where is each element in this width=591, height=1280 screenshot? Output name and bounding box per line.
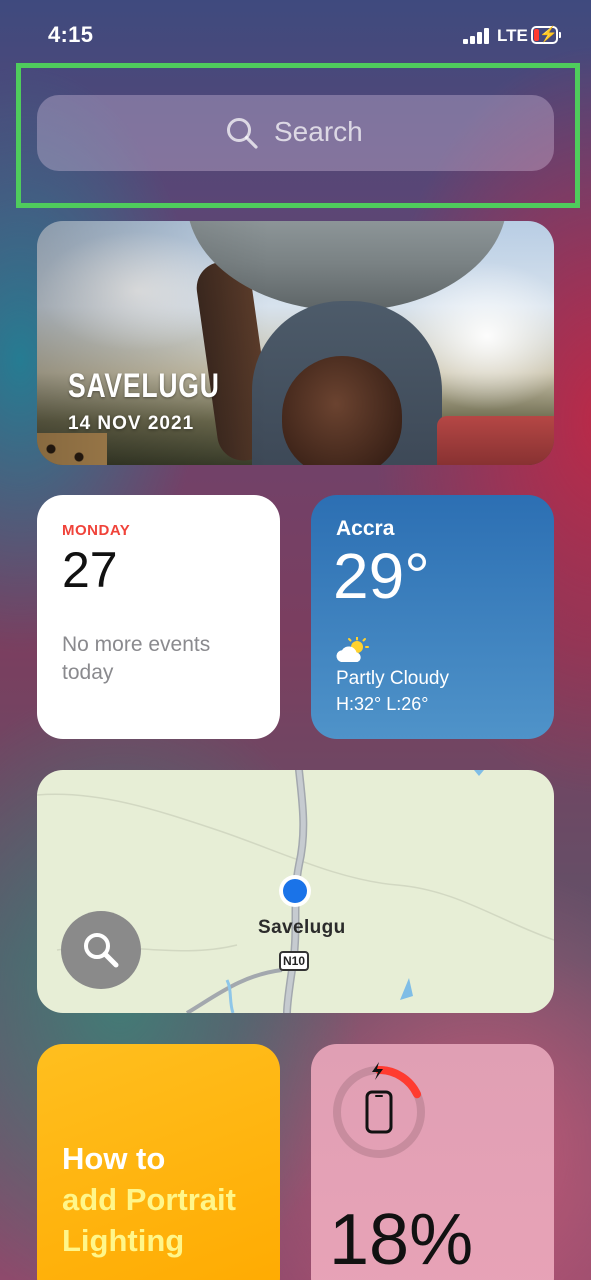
tips-title-line1: How to	[62, 1141, 166, 1176]
search-placeholder: Search	[274, 116, 363, 147]
weather-temperature: 29°	[333, 540, 430, 612]
map-location-label: Savelugu	[258, 917, 346, 938]
tips-widget[interactable]: How to add Portrait Lighting	[37, 1044, 280, 1280]
status-bar: 4:15 LTE ⚡	[0, 0, 591, 70]
weather-widget[interactable]: Accra 29° Partly Cloudy H:32° L:26°	[311, 495, 554, 739]
charging-bolt-icon: ⚡	[539, 26, 558, 43]
batteries-widget[interactable]: 18%	[311, 1044, 554, 1280]
network-type: LTE	[497, 26, 528, 45]
bolt-icon	[372, 1062, 383, 1080]
partly-cloudy-icon	[336, 637, 369, 662]
search-icon	[227, 118, 258, 149]
calendar-widget[interactable]: MONDAY 27 No more events today	[37, 495, 280, 739]
search-icon	[84, 933, 119, 968]
tips-title-line3: Lighting	[62, 1223, 185, 1258]
maps-widget[interactable]: Savelugu N10	[37, 770, 554, 1013]
battery-percent: 18%	[329, 1200, 474, 1280]
tips-title-line2: add Portrait	[62, 1182, 236, 1217]
calendar-day: MONDAY	[62, 522, 131, 539]
photo-title: SAVELUGU	[68, 367, 220, 405]
map-search-button[interactable]	[61, 911, 141, 989]
cellular-signal-icon	[463, 28, 491, 44]
photos-widget[interactable]: SAVELUGU 14 NOV 2021	[37, 221, 554, 465]
battery-icon: ⚡	[531, 26, 561, 44]
search-bar[interactable]: Search	[37, 95, 554, 171]
photo-date: 14 NOV 2021	[68, 413, 195, 434]
road-number-badge: N10	[279, 951, 309, 971]
status-time: 4:15	[48, 22, 94, 47]
weather-condition: Partly Cloudy	[336, 668, 449, 689]
calendar-date: 27	[62, 542, 118, 598]
battery-ring	[333, 1062, 425, 1158]
calendar-events-text: No more events today	[62, 633, 211, 684]
weather-high-low: H:32° L:26°	[336, 694, 429, 714]
weather-city: Accra	[336, 517, 395, 540]
phone-icon	[365, 1090, 393, 1134]
